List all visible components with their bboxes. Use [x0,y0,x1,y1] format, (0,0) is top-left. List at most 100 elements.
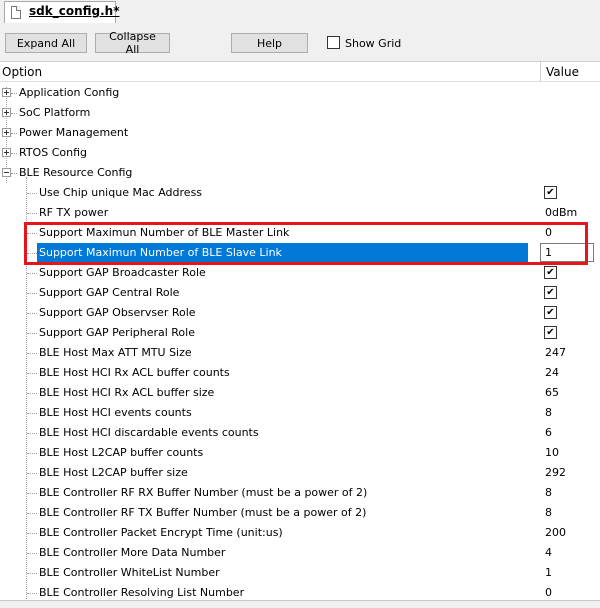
expand-icon[interactable] [2,108,11,117]
tree-connector [27,313,37,314]
tree-connector [27,513,37,514]
expand-all-button[interactable]: Expand All [5,33,87,53]
tree-connector [27,493,37,494]
file-icon [11,6,21,19]
tab-label: sdk_config.h* [29,4,120,18]
expand-icon[interactable] [2,128,11,137]
tree-item-rf-tx-power[interactable]: RF TX power 0dBm [0,203,600,223]
tree-group-soc-platform[interactable]: SoC Platform [0,103,600,123]
tree-connector [11,113,17,114]
value-checkbox[interactable]: ✔ [544,266,557,279]
item-value[interactable]: 24 [545,366,559,379]
item-label: BLE Controller WhiteList Number [39,566,220,579]
item-value[interactable]: 65 [545,386,559,399]
tree-connector [27,533,37,534]
tree-group-power-management[interactable]: Power Management [0,123,600,143]
tree-connector [27,333,37,334]
tree-item-encrypt-time[interactable]: BLE Controller Packet Encrypt Time (unit… [0,523,600,543]
expand-icon[interactable] [2,148,11,157]
tree-group-application-config[interactable]: Application Config [0,83,600,103]
item-label: BLE Controller RF TX Buffer Number (must… [39,506,367,519]
item-label: BLE Controller More Data Number [39,546,226,559]
tree-item-more-data[interactable]: BLE Controller More Data Number 4 [0,543,600,563]
item-label: BLE Controller RF RX Buffer Number (must… [39,486,368,499]
item-value[interactable]: 0dBm [545,206,577,219]
item-label: BLE Host HCI events counts [39,406,192,419]
show-grid-checkbox[interactable] [327,36,340,49]
column-separator[interactable] [540,62,541,82]
column-header-option[interactable]: Option [2,65,42,79]
item-label: Use Chip unique Mac Address [39,186,203,199]
item-value[interactable]: 8 [545,486,552,499]
tree-connector [27,353,37,354]
highlight-annotation-box [24,222,588,265]
tree-item-hci-rx-acl-counts[interactable]: BLE Host HCI Rx ACL buffer counts 24 [0,363,600,383]
collapse-icon[interactable] [2,168,11,177]
tree-connector [27,593,37,594]
tree-item-gap-broadcaster[interactable]: Support GAP Broadcaster Role ✔ [0,263,600,283]
column-header-value[interactable]: Value [546,65,579,79]
tree-group-rtos-config[interactable]: RTOS Config [0,143,600,163]
item-value[interactable]: 4 [545,546,552,559]
item-value[interactable]: 1 [545,566,552,579]
item-label: Support GAP Broadcaster Role [39,266,206,279]
group-label: SoC Platform [19,106,91,119]
item-label: Support GAP Peripheral Role [39,326,195,339]
tree-connector [27,413,37,414]
column-header: Option Value [0,61,600,82]
value-checkbox[interactable]: ✔ [544,286,557,299]
config-tree: Application Config SoC Platform Power Ma… [0,83,600,607]
tree-item-att-mtu[interactable]: BLE Host Max ATT MTU Size 247 [0,343,600,363]
value-checkbox[interactable]: ✔ [544,326,557,339]
item-label: BLE Host Max ATT MTU Size [39,346,192,359]
tree-item-gap-peripheral[interactable]: Support GAP Peripheral Role ✔ [0,323,600,343]
collapse-all-button[interactable]: Collapse All [95,30,170,56]
tree-item-hci-rx-acl-size[interactable]: BLE Host HCI Rx ACL buffer size 65 [0,383,600,403]
value-checkbox[interactable]: ✔ [544,186,557,199]
item-value[interactable]: 247 [545,346,566,359]
tree-connector [27,473,37,474]
item-value[interactable]: 8 [545,406,552,419]
tree-item-l2cap-counts[interactable]: BLE Host L2CAP buffer counts 10 [0,443,600,463]
tree-item-gap-observer[interactable]: Support GAP Observser Role ✔ [0,303,600,323]
item-value[interactable]: 200 [545,526,566,539]
tree-item-gap-central[interactable]: Support GAP Central Role ✔ [0,283,600,303]
tree-item-use-chip-mac[interactable]: Use Chip unique Mac Address ✔ [0,183,600,203]
expand-icon[interactable] [2,88,11,97]
tree-connector [27,273,37,274]
tree-connector [11,153,17,154]
value-checkbox[interactable]: ✔ [544,306,557,319]
tree-connector [27,213,37,214]
group-label: Power Management [19,126,129,139]
item-label: Support GAP Observser Role [39,306,196,319]
tree-connector [11,173,17,174]
item-label: BLE Host HCI discardable events counts [39,426,259,439]
tree-connector [27,393,37,394]
item-value[interactable]: 0 [545,586,552,599]
tree-item-rf-rx-buffer[interactable]: BLE Controller RF RX Buffer Number (must… [0,483,600,503]
item-value[interactable]: 6 [545,426,552,439]
item-value[interactable]: 10 [545,446,559,459]
tree-item-whitelist[interactable]: BLE Controller WhiteList Number 1 [0,563,600,583]
item-value[interactable]: 8 [545,506,552,519]
tree-connector [11,133,17,134]
tree-connector [27,573,37,574]
item-label: BLE Host L2CAP buffer size [39,466,188,479]
tree-item-hci-discardable[interactable]: BLE Host HCI discardable events counts 6 [0,423,600,443]
item-label: Support GAP Central Role [39,286,180,299]
group-label: RTOS Config [19,146,87,159]
tree-item-l2cap-size[interactable]: BLE Host L2CAP buffer size 292 [0,463,600,483]
tree-group-ble-resource-config[interactable]: BLE Resource Config [0,163,600,183]
item-value[interactable]: 292 [545,466,566,479]
tree-item-rf-tx-buffer[interactable]: BLE Controller RF TX Buffer Number (must… [0,503,600,523]
tree-connector [11,93,17,94]
tab-sdk-config[interactable]: sdk_config.h* [4,1,120,23]
item-label: BLE Controller Packet Encrypt Time (unit… [39,526,283,539]
tree-connector [27,453,37,454]
tree-connector [27,373,37,374]
help-button[interactable]: Help [231,33,308,53]
tree-connector [27,193,37,194]
tree-connector [27,293,37,294]
tree-item-hci-events[interactable]: BLE Host HCI events counts 8 [0,403,600,423]
tree-connector [27,553,37,554]
